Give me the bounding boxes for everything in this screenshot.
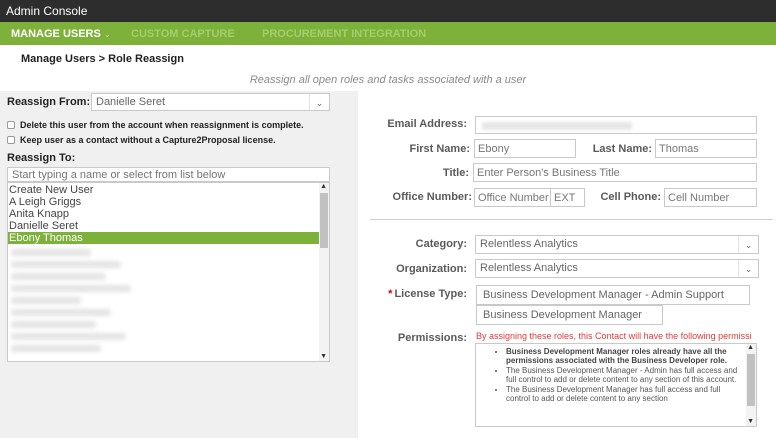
last-name-label: Last Name:: [592, 143, 652, 155]
license-type-tag[interactable]: Business Development Manager: [476, 305, 663, 325]
list-item[interactable]: A Leigh Griggs: [8, 196, 320, 208]
keep-contact-option[interactable]: Keep user as a contact without a Capture…: [7, 135, 276, 145]
chevron-down-icon: ⌄: [309, 94, 329, 110]
redacted-list-item: [11, 309, 111, 316]
required-marker: *: [388, 288, 393, 300]
category-value: Relentless Analytics: [480, 238, 578, 250]
delete-user-checkbox-label: Delete this user from the account when r…: [20, 120, 304, 130]
first-name-field[interactable]: Ebony: [474, 139, 576, 158]
category-label: Category:: [415, 238, 467, 250]
redacted-list-item: [11, 261, 121, 268]
scroll-up-icon[interactable]: ▲: [320, 183, 327, 190]
reassign-from-select[interactable]: Danielle Seret ⌄: [91, 93, 330, 111]
window-title: Admin Console: [6, 4, 88, 18]
main-nav: MANAGE USERS ⌄ CUSTOM CAPTURE PROCUREMENT…: [0, 22, 776, 45]
permissions-label: Permissions:: [397, 332, 467, 344]
reassign-from-label: Reassign From:: [7, 96, 91, 108]
delete-user-option[interactable]: Delete this user from the account when r…: [7, 120, 304, 130]
title-label: Title:: [442, 167, 469, 179]
reassign-to-label: Reassign To:: [7, 152, 76, 164]
chevron-down-icon: ⌄: [738, 260, 758, 277]
permissions-scrollbar[interactable]: ▲ ▼: [746, 344, 756, 426]
permissions-list[interactable]: Business Development Manager roles alrea…: [475, 343, 757, 427]
email-label: Email Address:: [387, 118, 467, 130]
cell-phone-field[interactable]: Cell Number: [664, 188, 757, 207]
scroll-up-icon[interactable]: ▲: [747, 344, 754, 351]
license-type-tag[interactable]: Business Development Manager - Admin Sup…: [476, 285, 750, 305]
office-ext-field[interactable]: EXT: [550, 188, 585, 207]
breadcrumb: Manage Users > Role Reassign: [21, 53, 184, 65]
chevron-down-icon: ⌄: [103, 30, 111, 39]
keep-contact-checkbox-label: Keep user as a contact without a Capture…: [20, 135, 276, 145]
organization-label: Organization:: [396, 263, 467, 275]
scrollbar-thumb[interactable]: [747, 354, 755, 406]
list-item-selected[interactable]: Ebony Thomas: [8, 232, 320, 244]
redacted-list-item: [11, 345, 101, 352]
page-subtitle: Reassign all open roles and tasks associ…: [249, 74, 527, 86]
list-item[interactable]: Create New User: [8, 184, 320, 196]
nav-procurement-integration[interactable]: PROCUREMENT INTEGRATION: [262, 22, 426, 45]
form-divider: [370, 219, 773, 220]
first-name-label: First Name:: [409, 143, 470, 155]
last-name-field[interactable]: Thomas: [655, 139, 757, 158]
redacted-list-item: [11, 249, 91, 256]
permission-item: The Business Development Manager has ful…: [506, 385, 742, 404]
organization-select[interactable]: Relentless Analytics ⌄: [475, 259, 759, 278]
organization-value: Relentless Analytics: [480, 262, 578, 274]
license-type-label: * License Type:: [388, 288, 467, 300]
redacted-list-item: [11, 285, 131, 292]
window-titlebar: Admin Console: [0, 0, 776, 22]
nav-manage-users[interactable]: MANAGE USERS ⌄: [11, 22, 111, 45]
list-item[interactable]: Anita Knapp: [8, 208, 320, 220]
reassign-from-value: Danielle Seret: [96, 96, 166, 108]
nav-procurement-integration-label: PROCUREMENT INTEGRATION: [262, 28, 427, 40]
nav-manage-users-label: MANAGE USERS: [11, 28, 101, 40]
keep-contact-checkbox[interactable]: [7, 136, 15, 144]
email-field[interactable]: [475, 116, 757, 134]
scroll-down-icon[interactable]: ▼: [320, 353, 327, 360]
redacted-email: [482, 122, 632, 130]
permissions-warning: By assigning these roles, this Contact w…: [476, 331, 752, 341]
redacted-list-item: [11, 321, 96, 328]
office-number-field[interactable]: Office Number: [474, 188, 551, 207]
nav-custom-capture-label: CUSTOM CAPTURE: [131, 28, 235, 40]
nav-custom-capture[interactable]: CUSTOM CAPTURE: [131, 22, 235, 45]
delete-user-checkbox[interactable]: [7, 121, 15, 129]
redacted-list-item: [11, 273, 106, 280]
redacted-list-item: [11, 333, 126, 340]
scrollbar-thumb[interactable]: [320, 193, 328, 248]
reassign-to-list[interactable]: Create New User A Leigh Griggs Anita Kna…: [7, 182, 330, 362]
category-select[interactable]: Relentless Analytics ⌄: [475, 235, 759, 254]
reassign-to-search-input[interactable]: [7, 167, 330, 182]
scroll-down-icon[interactable]: ▼: [747, 418, 754, 425]
redacted-list-item: [11, 297, 81, 304]
chevron-down-icon: ⌄: [738, 236, 758, 253]
permission-item: Business Development Manager roles alrea…: [506, 347, 742, 366]
permission-item: The Business Development Manager - Admin…: [506, 366, 742, 385]
cell-phone-label: Cell Phone:: [600, 191, 661, 203]
office-number-label: Office Number:: [392, 191, 472, 203]
title-field[interactable]: Enter Person's Business Title: [473, 163, 757, 182]
list-item[interactable]: Danielle Seret: [8, 220, 320, 232]
list-scrollbar[interactable]: ▲ ▼: [319, 183, 329, 361]
